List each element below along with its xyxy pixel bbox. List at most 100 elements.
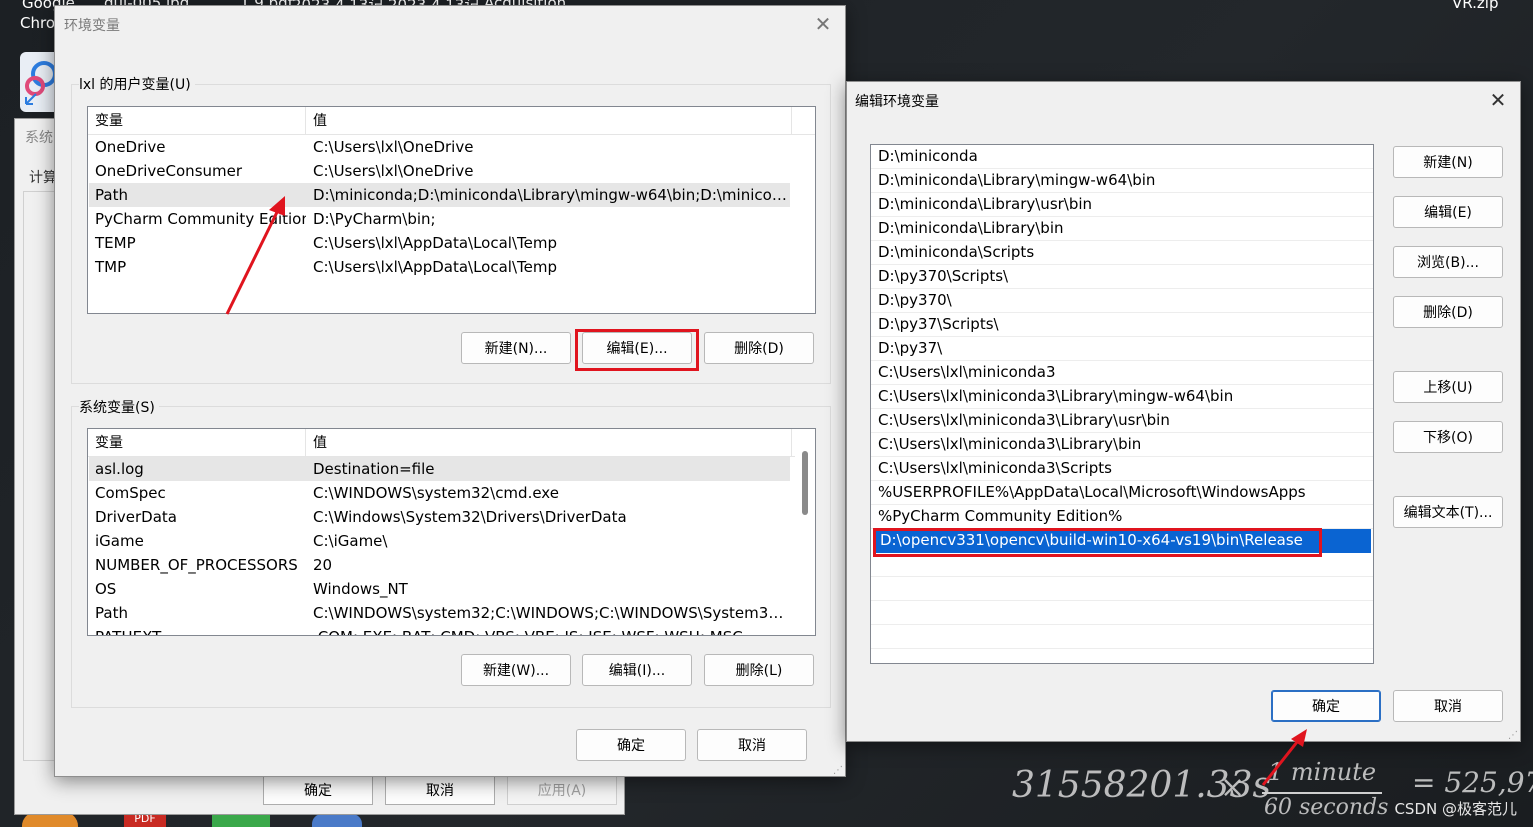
path-entry[interactable]: %USERPROFILE%\AppData\Local\Microsoft\Wi… xyxy=(871,481,1373,505)
table-row[interactable]: PyCharm Community Edition D:\PyCharm\bin; xyxy=(89,207,790,231)
system-variables-label: 系统变量(S) xyxy=(79,397,159,417)
path-entry[interactable]: D:\miniconda\Library\usr\bin xyxy=(871,193,1373,217)
dialog-title: 编辑环境变量 xyxy=(855,94,939,110)
empty-row[interactable] xyxy=(871,577,1373,601)
path-entry[interactable]: C:\Users\lxl\miniconda3 xyxy=(871,361,1373,385)
taskbar-green-icon[interactable] xyxy=(212,814,270,827)
path-entries-list[interactable]: D:\miniconda D:\miniconda\Library\mingw-… xyxy=(870,144,1374,664)
scrollbar-thumb[interactable] xyxy=(802,451,808,515)
path-entry[interactable]: D:\miniconda\Scripts xyxy=(871,241,1373,265)
path-entry[interactable]: C:\Users\lxl\miniconda3\Library\usr\bin xyxy=(871,409,1373,433)
variable-name: iGame xyxy=(95,532,144,550)
column-header-variable[interactable]: 变量 xyxy=(88,107,306,135)
variable-value: C:\iGame\ xyxy=(313,532,388,550)
path-entry[interactable]: C:\Users\lxl\miniconda3\Library\bin xyxy=(871,433,1373,457)
variable-name: OneDrive xyxy=(95,138,166,156)
path-entry-selected[interactable]: D:\opencv331\opencv\build-win10-x64-vs19… xyxy=(873,529,1371,553)
ok-button[interactable]: 确定 xyxy=(576,729,686,761)
variable-value: 20 xyxy=(313,556,333,574)
empty-row[interactable] xyxy=(871,601,1373,625)
ok-button[interactable]: 确定 xyxy=(1271,690,1381,722)
path-entry[interactable]: D:\py37\Scripts\ xyxy=(871,313,1373,337)
variable-name: Path xyxy=(95,604,128,622)
user-delete-button[interactable]: 删除(D) xyxy=(704,332,814,364)
variable-value: D:\miniconda;D:\miniconda\Library\mingw-… xyxy=(313,186,790,204)
table-row[interactable]: OneDrive C:\Users\lxl\OneDrive xyxy=(89,135,790,159)
user-new-button[interactable]: 新建(N)... xyxy=(461,332,571,364)
table-row[interactable]: OS Windows_NT xyxy=(89,577,790,601)
path-entry[interactable]: D:\py370\ xyxy=(871,289,1373,313)
system-new-button[interactable]: 新建(W)... xyxy=(461,654,571,686)
desktop-label-chrome: Chro xyxy=(20,14,55,32)
table-row[interactable]: PATHEXT.COM;.EXE;.BAT;.CMD;.VBS;.VBE;.JS… xyxy=(89,625,790,635)
table-row[interactable]: ComSpec C:\WINDOWS\system32\cmd.exe xyxy=(89,481,790,505)
table-row[interactable]: Path C:\WINDOWS\system32;C:\WINDOWS;C:\WI… xyxy=(89,601,790,625)
variable-name: Path xyxy=(95,186,128,204)
empty-row[interactable] xyxy=(871,625,1373,649)
system-delete-button[interactable]: 删除(L) xyxy=(704,654,814,686)
system-variables-list[interactable]: 变量 值 asl.log Destination=file ComSpec C:\W… xyxy=(87,428,816,636)
chalk-numerator: 1 minute xyxy=(1268,758,1377,786)
variable-name: NUMBER_OF_PROCESSORS xyxy=(95,556,298,574)
close-icon[interactable]: ✕ xyxy=(1486,88,1510,112)
move-down-button[interactable]: 下移(O) xyxy=(1393,421,1503,453)
user-variables-label: lxl 的用户变量(U) xyxy=(79,74,195,94)
system-variables-scrollbar[interactable] xyxy=(795,429,815,635)
move-up-button[interactable]: 上移(U) xyxy=(1393,371,1503,403)
path-entry[interactable]: %PyCharm Community Edition% xyxy=(871,505,1373,529)
column-header-value[interactable]: 值 xyxy=(306,429,792,457)
variable-name: OS xyxy=(95,580,117,598)
user-variables-list[interactable]: 变量 值 OneDrive C:\Users\lxl\OneDrive OneDr… xyxy=(87,106,816,314)
resize-grip-icon[interactable]: ⋰ xyxy=(833,765,843,776)
path-entry[interactable]: D:\miniconda\Library\mingw-w64\bin xyxy=(871,169,1373,193)
table-row[interactable]: DriverData C:\Windows\System32\Drivers\Dr… xyxy=(89,505,790,529)
empty-row[interactable] xyxy=(871,553,1373,577)
table-row[interactable]: TMP C:\Users\lxl\AppData\Local\Temp xyxy=(89,255,790,279)
table-row[interactable]: TEMP C:\Users\lxl\AppData\Local\Temp xyxy=(89,231,790,255)
cancel-button[interactable]: 取消 xyxy=(697,729,807,761)
column-header-variable[interactable]: 变量 xyxy=(88,429,306,457)
cancel-button[interactable]: 取消 xyxy=(1393,690,1503,722)
variable-name: PATHEXT xyxy=(89,628,306,635)
path-entry[interactable]: D:\miniconda xyxy=(871,145,1373,169)
browse-button[interactable]: 浏览(B)... xyxy=(1393,246,1503,278)
system-edit-button[interactable]: 编辑(I)... xyxy=(582,654,692,686)
path-entry[interactable]: D:\py37\ xyxy=(871,337,1373,361)
system-properties-ok-button[interactable]: 确定 xyxy=(263,774,373,805)
system-properties-tab[interactable]: 计算 xyxy=(29,167,57,187)
path-entry[interactable]: C:\Users\lxl\miniconda3\Library\mingw-w6… xyxy=(871,385,1373,409)
variable-name: TEMP xyxy=(95,234,136,252)
variable-name: TMP xyxy=(95,258,127,276)
path-entry[interactable]: D:\miniconda\Library\bin xyxy=(871,217,1373,241)
new-path-button[interactable]: 新建(N) xyxy=(1393,146,1503,178)
variable-value: C:\Users\lxl\AppData\Local\Temp xyxy=(313,234,557,252)
variable-value: C:\Users\lxl\OneDrive xyxy=(313,162,474,180)
variable-name: PyCharm Community Edition xyxy=(95,210,306,228)
table-row[interactable]: NUMBER_OF_PROCESSORS 20 xyxy=(89,553,790,577)
path-entry[interactable]: C:\Users\lxl\miniconda3\Scripts xyxy=(871,457,1373,481)
user-edit-button[interactable]: 编辑(E)... xyxy=(582,332,692,364)
edit-text-button[interactable]: 编辑文本(T)... xyxy=(1393,496,1503,528)
system-properties-apply-button[interactable]: 应用(A) xyxy=(507,774,617,805)
table-row-selected[interactable]: Path D:\miniconda;D:\miniconda\Library\mi… xyxy=(89,183,790,207)
variable-value: D:\PyCharm\bin; xyxy=(313,210,436,228)
table-row[interactable]: OneDriveConsumer C:\Users\lxl\OneDrive xyxy=(89,159,790,183)
table-row[interactable]: iGame C:\iGame\ xyxy=(89,529,790,553)
environment-variables-dialog: 环境变量 ✕ lxl 的用户变量(U) 变量 值 OneDrive C:\User… xyxy=(54,5,846,777)
csdn-watermark: CSDN @极客范儿 xyxy=(1394,800,1517,818)
taskbar-blue-icon[interactable] xyxy=(312,814,362,827)
edit-path-button[interactable]: 编辑(E) xyxy=(1393,196,1503,228)
delete-path-button[interactable]: 删除(D) xyxy=(1393,296,1503,328)
system-properties-cancel-button[interactable]: 取消 xyxy=(385,774,495,805)
close-icon[interactable]: ✕ xyxy=(811,12,835,36)
resize-grip-icon[interactable]: ⋰ xyxy=(1508,730,1518,741)
chalk-result: = 525,976 xyxy=(1412,766,1533,799)
table-row-selected[interactable]: asl.log Destination=file xyxy=(89,457,790,481)
path-entry[interactable]: D:\py370\Scripts\ xyxy=(871,265,1373,289)
variable-value: C:\Windows\System32\Drivers\DriverData xyxy=(313,508,627,526)
variable-name: OneDriveConsumer xyxy=(95,162,243,180)
variable-value: Windows_NT xyxy=(313,580,408,598)
variable-name: ComSpec xyxy=(95,484,166,502)
column-header-value[interactable]: 值 xyxy=(306,107,792,135)
variable-value: C:\Users\lxl\OneDrive xyxy=(313,138,474,156)
